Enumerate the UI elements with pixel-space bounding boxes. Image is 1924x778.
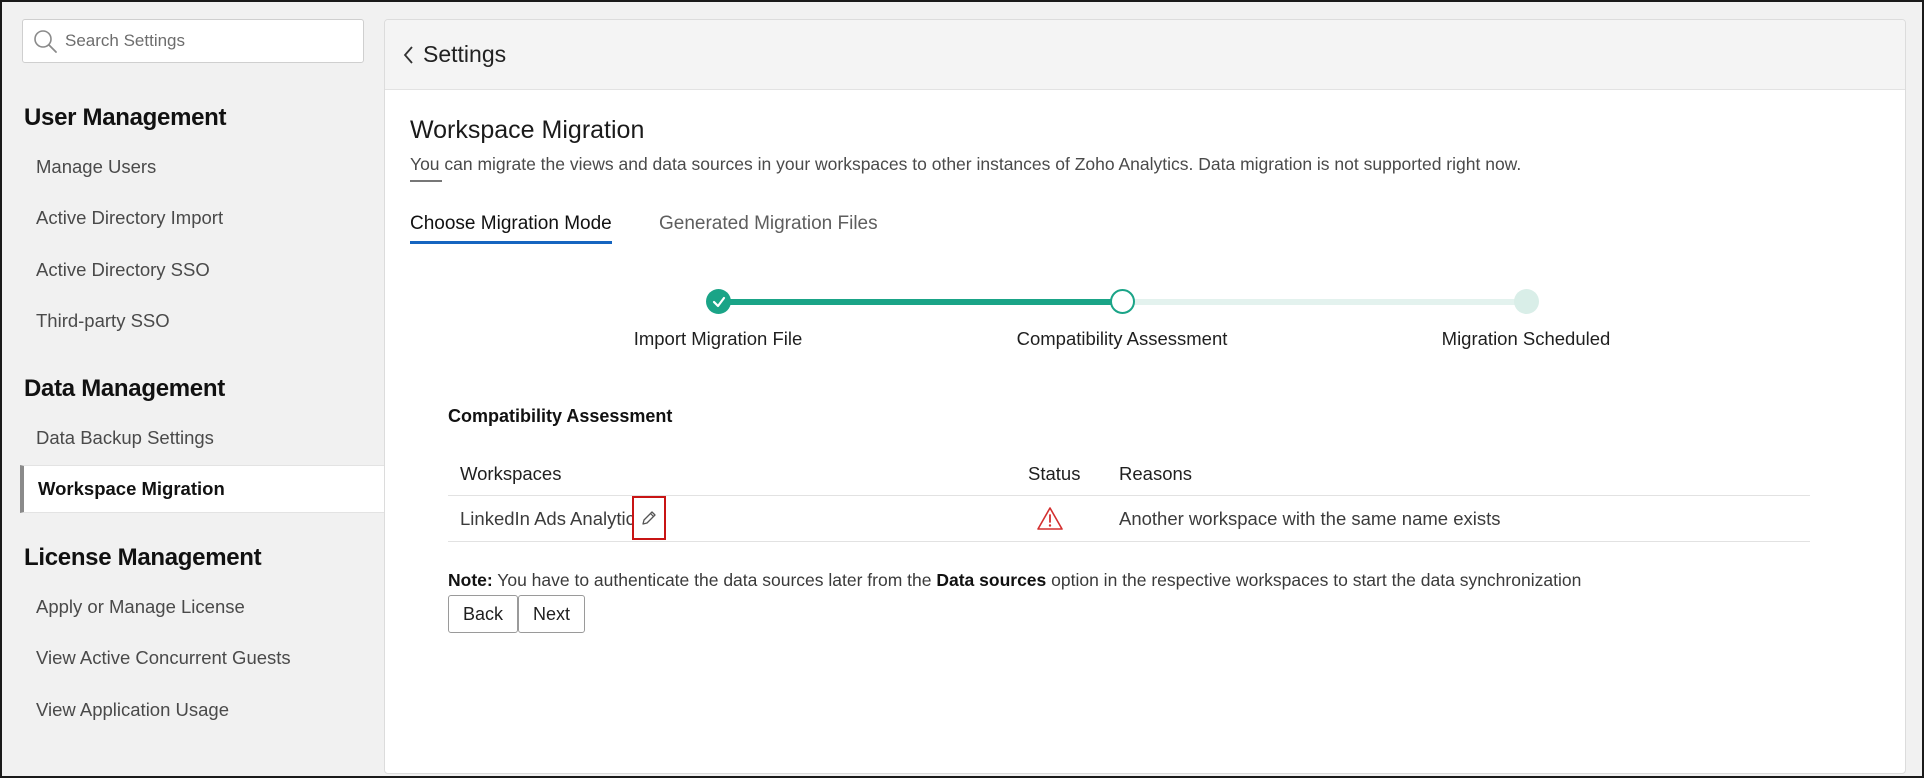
sidebar-item-data-backup-settings[interactable]: Data Backup Settings xyxy=(20,414,384,462)
back-button[interactable]: Back xyxy=(448,595,519,633)
main-panel: Settings Workspace Migration You can mig… xyxy=(384,19,1906,774)
column-header-status: Status xyxy=(1028,462,1081,484)
step-pending-dot xyxy=(1514,289,1539,314)
divider xyxy=(410,180,442,182)
step-current-dot xyxy=(1110,289,1135,314)
step-complete-dot xyxy=(706,289,731,314)
column-header-workspaces: Workspaces xyxy=(460,462,562,484)
note-bold: Data sources xyxy=(936,570,1047,590)
warning-triangle-icon xyxy=(1037,506,1063,530)
assessment-title: Compatibility Assessment xyxy=(448,406,673,426)
column-header-reasons: Reasons xyxy=(1119,462,1193,484)
tab-generated-migration-files[interactable]: Generated Migration Files xyxy=(659,213,878,241)
sidebar-item-active-directory-sso[interactable]: Active Directory SSO xyxy=(20,246,384,294)
status-cell xyxy=(1036,496,1064,541)
search-box[interactable] xyxy=(22,19,364,63)
settings-sidebar: User Management Manage Users Active Dire… xyxy=(2,2,384,776)
reason-text: Another workspace with the same name exi… xyxy=(1119,507,1501,529)
sidebar-item-view-application-usage[interactable]: View Application Usage xyxy=(20,686,384,734)
assessment-table: Workspaces Status Reasons LinkedIn Ads A… xyxy=(448,452,1810,542)
workspace-name: LinkedIn Ads Analytics xyxy=(460,507,645,529)
section-title-user-management: User Management xyxy=(24,104,227,131)
sidebar-item-active-directory-import[interactable]: Active Directory Import xyxy=(20,194,384,242)
table-header: Workspaces Status Reasons xyxy=(448,452,1810,496)
pencil-icon xyxy=(642,511,656,525)
section-title-data-management: Data Management xyxy=(24,375,225,402)
progress-track-remaining xyxy=(1116,299,1521,305)
migration-progress-stepper: Import Migration File Compatibility Asse… xyxy=(385,285,1905,355)
note-text-after: option in the respective workspaces to s… xyxy=(1046,570,1582,590)
section-title-license-management: License Management xyxy=(24,544,262,571)
breadcrumb: Settings xyxy=(385,20,1905,90)
chevron-left-icon[interactable] xyxy=(401,44,417,66)
page-description: You can migrate the views and data sourc… xyxy=(410,154,1522,174)
tab-choose-migration-mode[interactable]: Choose Migration Mode xyxy=(410,213,612,244)
sidebar-item-third-party-sso[interactable]: Third-party SSO xyxy=(20,297,384,345)
note-text-before: You have to authenticate the data source… xyxy=(492,570,937,590)
page-title: Workspace Migration xyxy=(410,116,645,144)
search-input[interactable] xyxy=(65,31,345,51)
note-prefix: Note: xyxy=(448,570,493,590)
step-label-import-migration-file: Import Migration File xyxy=(633,328,803,349)
edit-workspace-name-button[interactable] xyxy=(632,496,666,540)
header-title[interactable]: Settings xyxy=(423,41,506,68)
table-row: LinkedIn Ads Analytics Another workspace… xyxy=(448,496,1810,542)
step-label-migration-scheduled: Migration Scheduled xyxy=(1441,328,1611,349)
next-button[interactable]: Next xyxy=(518,595,586,633)
sidebar-item-workspace-migration[interactable]: Workspace Migration xyxy=(20,465,384,513)
progress-track-complete xyxy=(718,299,1116,305)
check-icon xyxy=(712,296,725,307)
note-text: Note: You have to authenticate the data … xyxy=(448,570,1581,591)
sidebar-item-manage-users[interactable]: Manage Users xyxy=(20,143,384,191)
sidebar-item-apply-or-manage-license[interactable]: Apply or Manage License xyxy=(20,583,384,631)
sidebar-item-view-active-concurrent-guests[interactable]: View Active Concurrent Guests xyxy=(20,634,384,682)
step-label-compatibility-assessment: Compatibility Assessment xyxy=(1016,328,1228,349)
search-icon xyxy=(34,30,57,53)
